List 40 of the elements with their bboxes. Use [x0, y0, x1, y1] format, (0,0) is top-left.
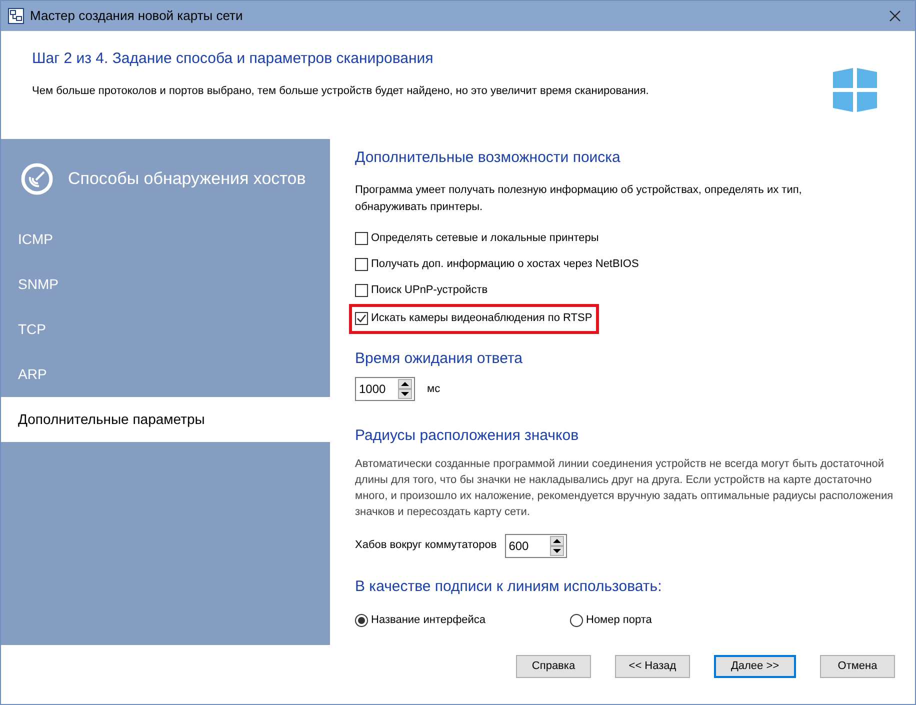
spin-arrows-icon[interactable] [550, 536, 564, 556]
checkbox[interactable] [355, 258, 368, 271]
spin-arrows-icon[interactable] [398, 379, 412, 399]
checkbox-option[interactable]: Поиск UPnP-устройств [355, 282, 488, 299]
number-input[interactable]: 1000 [356, 380, 398, 398]
spin-field[interactable]: 1000 [355, 377, 415, 401]
field-label: Хабов вокруг коммутаторов [355, 538, 497, 554]
section-description: Автоматически созданные программой линии соединения устройств не всегда могут быть достаточной длины для того, что бы значки не накладывались друг на друга. Если устройств на карте достаточно много, и произошло их наложение, рекомендуется вручную задать оптимальные радиусы расположения значков и пересоздать карту сети. [355, 456, 894, 520]
check-icon [356, 313, 367, 324]
section-description: Программа умеет получать полезную информацию об устройствах, определять их тип, обнаруживать принтеры. [355, 182, 803, 214]
number-input[interactable]: 600 [506, 536, 550, 554]
step-description: Чем больше протоколов и портов выбрано, тем больше устройств будет найдено, но это увеличит время сканирования. [32, 84, 650, 98]
radio-button[interactable] [570, 614, 583, 627]
radio-button[interactable] [355, 614, 368, 627]
app-icon [8, 8, 24, 24]
checkbox-option[interactable]: Определять сетевые и локальные принтеры [355, 230, 599, 247]
dialog-button[interactable]: Отмена [820, 654, 895, 678]
checkbox-option[interactable]: Искать камеры видеонаблюдения по RTSP [355, 310, 592, 327]
close-icon [889, 10, 901, 22]
radio-option[interactable]: Название интерфейса [355, 612, 570, 628]
checkbox[interactable] [355, 284, 368, 297]
unit-label: мс [427, 382, 440, 397]
checkbox[interactable] [355, 312, 368, 325]
sidebar-item[interactable]: Дополнительные параметры [1, 397, 330, 442]
radio-option[interactable]: Номер порта [570, 612, 785, 628]
sidebar-title: Способы обнаружения хостов [68, 168, 306, 190]
checkbox-option[interactable]: Получать доп. информацию о хостах через NetBIOS [355, 256, 639, 273]
section-title: Время ожидания ответа [355, 348, 524, 368]
step-title: Шаг 2 из 4. Задание способа и параметров сканирования [32, 49, 434, 69]
window-title: Мастер создания новой карты сети [30, 7, 243, 26]
spin-field[interactable]: 600 [504, 534, 567, 558]
radar-icon [21, 163, 53, 195]
section-title: Дополнительные возможности поиска [355, 148, 622, 168]
logo-icon [831, 66, 879, 114]
checkbox[interactable] [355, 232, 368, 245]
dialog-button[interactable]: << Назад [615, 654, 690, 678]
section-title: В качестве подписи к линиям использовать: [355, 576, 663, 596]
section-title: Радиусы расположения значков [355, 426, 580, 446]
dialog-button[interactable]: Далее >> [714, 654, 796, 678]
dialog-button[interactable]: Справка [516, 654, 591, 678]
